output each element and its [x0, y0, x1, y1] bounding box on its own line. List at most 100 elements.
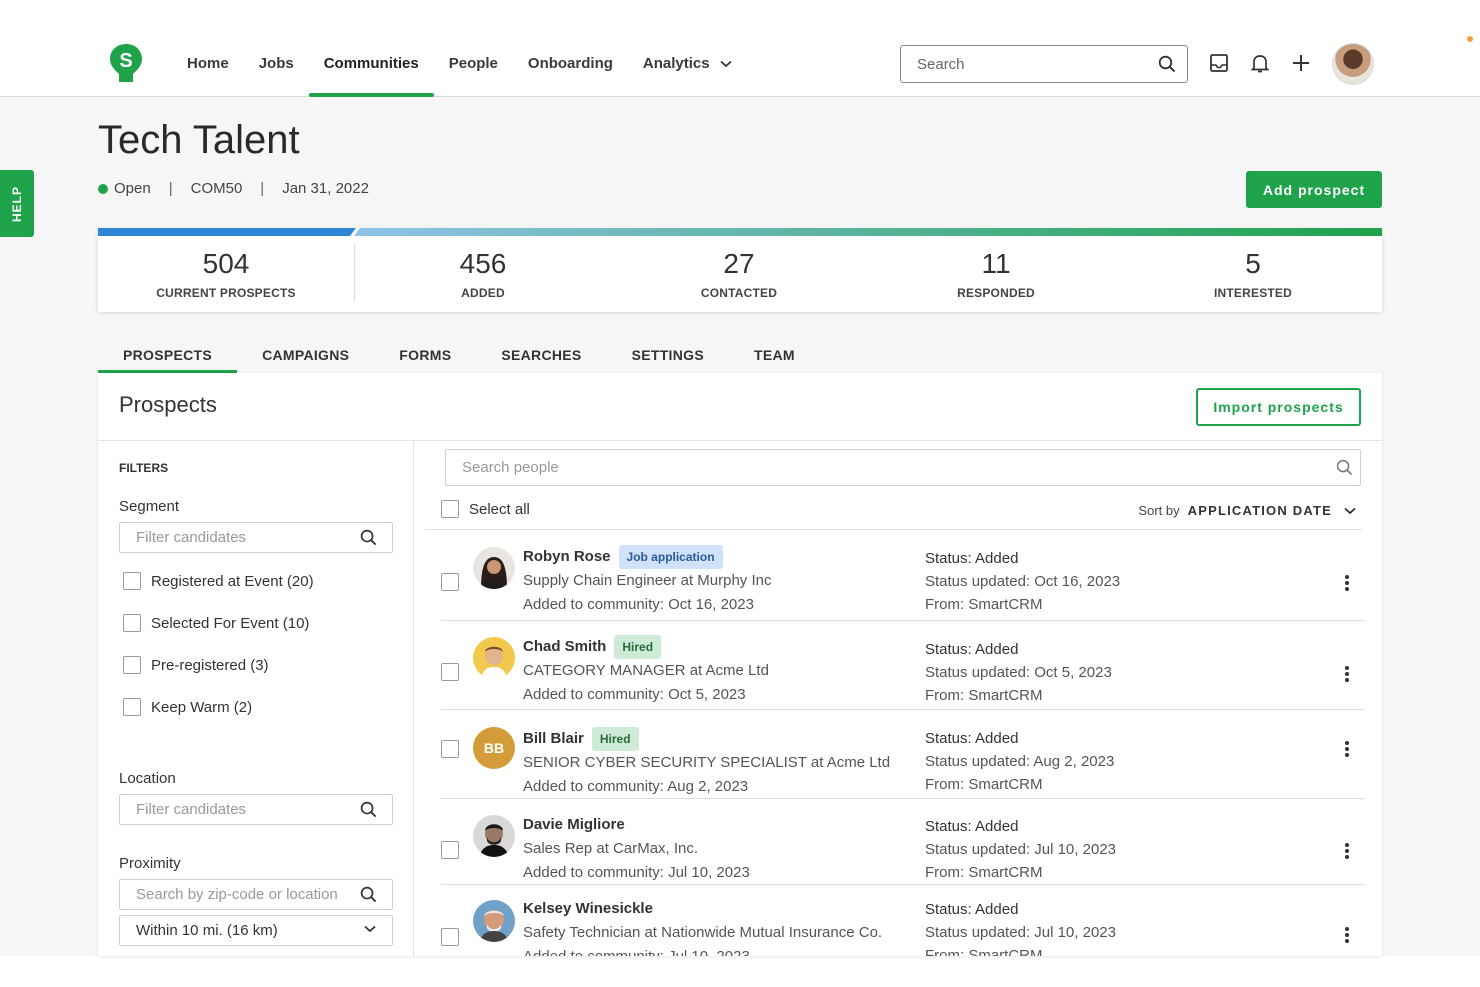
- funnel-progress-bar: [98, 228, 1382, 236]
- checkbox[interactable]: [123, 698, 141, 716]
- avatar[interactable]: [473, 900, 515, 942]
- tab-team[interactable]: TEAM: [729, 338, 820, 373]
- checkbox[interactable]: [123, 572, 141, 590]
- community-tabs: PROSPECTS CAMPAIGNS FORMS SEARCHES SETTI…: [98, 338, 820, 373]
- search-icon[interactable]: [360, 886, 377, 903]
- prospect-status: Status: Added Status updated: Jul 10, 20…: [925, 898, 1116, 956]
- segment-option[interactable]: Registered at Event (20): [123, 572, 314, 590]
- segment-option[interactable]: Keep Warm (2): [123, 698, 252, 716]
- prospect-name[interactable]: Chad Smith: [523, 635, 606, 659]
- stat-added[interactable]: 456 ADDED: [355, 248, 611, 300]
- meta-separator: |: [168, 180, 173, 197]
- status-source: From: SmartCRM: [925, 596, 1043, 613]
- tab-campaigns[interactable]: CAMPAIGNS: [237, 338, 374, 373]
- prospect-name[interactable]: Robyn Rose: [523, 545, 611, 569]
- row-checkbox[interactable]: [441, 928, 459, 946]
- community-status: Open: [114, 180, 151, 197]
- prospect-name[interactable]: Kelsey Winesickle: [523, 897, 653, 921]
- nav-jobs[interactable]: Jobs: [244, 32, 309, 96]
- more-options-icon[interactable]: [1339, 841, 1355, 861]
- segment-option[interactable]: Pre-registered (3): [123, 656, 269, 674]
- prospect-row[interactable]: Robyn Rose Job application Supply Chain …: [441, 539, 1365, 621]
- prospect-name-line: Robyn Rose Job application: [523, 545, 771, 569]
- prospect-row[interactable]: Davie Migliore Sales Rep at CarMax, Inc.…: [441, 799, 1365, 885]
- status-text: Status: Added: [925, 818, 1019, 835]
- prospect-name[interactable]: Bill Blair: [523, 727, 584, 751]
- segment-option[interactable]: Selected For Event (10): [123, 614, 309, 632]
- search-icon[interactable]: [360, 529, 377, 546]
- location-filter-input[interactable]: [119, 794, 393, 825]
- prospect-title: SENIOR CYBER SECURITY SPECIALIST at Acme…: [523, 754, 891, 771]
- tab-settings[interactable]: SETTINGS: [607, 338, 729, 373]
- prospect-row[interactable]: Chad Smith Hired CATEGORY MANAGER at Acm…: [441, 621, 1365, 710]
- prospect-added-date: Added to community: Oct 5, 2023: [523, 686, 746, 703]
- search-people-input[interactable]: [445, 449, 1361, 486]
- help-tab[interactable]: HELP: [0, 170, 34, 237]
- select-all-checkbox[interactable]: [441, 500, 459, 518]
- stat-current-prospects[interactable]: 504 CURRENT PROSPECTS: [98, 248, 354, 300]
- search-icon[interactable]: [1158, 55, 1176, 73]
- nav-people[interactable]: People: [434, 32, 513, 96]
- tab-prospects[interactable]: PROSPECTS: [98, 338, 238, 373]
- prospect-title: Supply Chain Engineer at Murphy Inc: [523, 572, 772, 589]
- nav-analytics-label: Analytics: [642, 55, 710, 72]
- stat-interested[interactable]: 5 INTERESTED: [1125, 248, 1381, 300]
- stat-value: 504: [202, 248, 250, 279]
- row-checkbox[interactable]: [441, 663, 459, 681]
- user-avatar[interactable]: [1332, 43, 1374, 85]
- avatar[interactable]: BB: [473, 727, 515, 769]
- prospect-title: Sales Rep at CarMax, Inc.: [523, 840, 699, 857]
- checkbox[interactable]: [123, 614, 141, 632]
- sort-control[interactable]: Sort by APPLICATION DATE: [1138, 503, 1356, 518]
- prospects-list: Select all Sort by APPLICATION DATE Roby…: [414, 441, 1382, 956]
- stat-value: 5: [1245, 248, 1261, 279]
- prospect-status: Status: Added Status updated: Oct 5, 202…: [925, 638, 1112, 707]
- more-options-icon[interactable]: [1339, 573, 1355, 593]
- more-options-icon[interactable]: [1339, 739, 1355, 759]
- tab-searches[interactable]: SEARCHES: [476, 338, 606, 373]
- tab-forms[interactable]: FORMS: [374, 338, 476, 373]
- more-options-icon[interactable]: [1339, 925, 1355, 945]
- plus-icon[interactable]: [1290, 52, 1312, 74]
- prospect-added-date: Added to community: Jul 10, 2023: [523, 864, 750, 881]
- row-checkbox[interactable]: [441, 841, 459, 859]
- smartrecruiters-logo[interactable]: S: [108, 42, 144, 86]
- select-all[interactable]: Select all: [441, 500, 530, 518]
- segment-option-label: Pre-registered (3): [151, 656, 269, 674]
- avatar[interactable]: [473, 637, 515, 679]
- nav-onboarding[interactable]: Onboarding: [513, 32, 628, 96]
- add-prospect-button[interactable]: Add prospect: [1246, 171, 1382, 208]
- search-icon[interactable]: [1336, 459, 1353, 476]
- stat-label: INTERESTED: [1213, 286, 1292, 300]
- row-checkbox[interactable]: [441, 573, 459, 591]
- prospect-row[interactable]: Kelsey Winesickle Safety Technician at N…: [441, 885, 1365, 956]
- proximity-range-select[interactable]: Within 10 mi. (16 km): [119, 915, 393, 946]
- nav-home[interactable]: Home: [172, 32, 244, 96]
- prospect-info: Bill Blair Hired SENIOR CYBER SECURITY S…: [523, 727, 890, 799]
- stat-label: CONTACTED: [700, 286, 778, 300]
- avatar[interactable]: [473, 815, 515, 857]
- search-icon[interactable]: [360, 801, 377, 818]
- segment-filter-input[interactable]: [119, 522, 393, 553]
- help-label: HELP: [10, 185, 25, 222]
- nav-communities[interactable]: Communities: [308, 32, 434, 97]
- stat-label: ADDED: [461, 286, 505, 300]
- sort-label: Sort by: [1138, 503, 1180, 518]
- prospect-info: Kelsey Winesickle Safety Technician at N…: [523, 897, 882, 956]
- row-checkbox[interactable]: [441, 740, 459, 758]
- nav-analytics[interactable]: Analytics: [628, 32, 747, 96]
- bell-icon[interactable]: [1249, 52, 1271, 74]
- checkbox[interactable]: [123, 656, 141, 674]
- prospect-name[interactable]: Davie Migliore: [523, 813, 625, 837]
- avatar[interactable]: [473, 547, 515, 589]
- proximity-input[interactable]: [119, 879, 393, 910]
- import-prospects-button[interactable]: Import prospects: [1196, 388, 1361, 426]
- prospect-row[interactable]: BB Bill Blair Hired SENIOR CYBER SECURIT…: [441, 710, 1365, 799]
- stat-responded[interactable]: 11 RESPONDED: [868, 248, 1124, 300]
- global-search-input[interactable]: [900, 45, 1188, 83]
- prospects-title: Prospects: [119, 392, 217, 417]
- inbox-icon[interactable]: [1208, 52, 1230, 74]
- stat-contacted[interactable]: 27 CONTACTED: [611, 248, 867, 300]
- status-updated: Status updated: Jul 10, 2023: [925, 924, 1116, 941]
- more-options-icon[interactable]: [1339, 664, 1355, 684]
